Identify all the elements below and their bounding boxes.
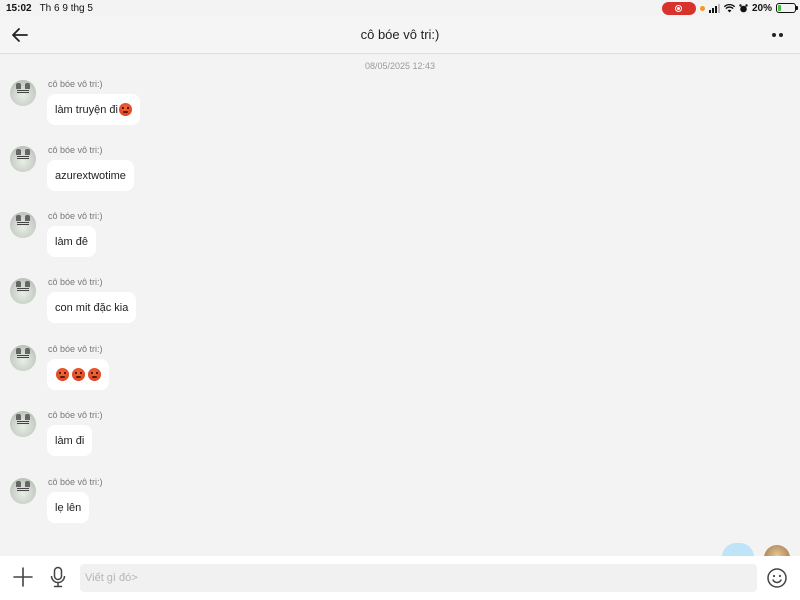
chat-timestamp: 08/05/2025 12:43 (364, 61, 436, 71)
message-item: cô bóe vô tri:) làm đi (10, 410, 410, 471)
message-bubble[interactable]: con mit đặc kia (47, 292, 137, 323)
message-bubble[interactable]: azurextwotime (47, 160, 134, 191)
angry-face-emoji-icon (72, 368, 85, 381)
status-indicators: 20% (661, 1, 798, 15)
message-item: cô bóe vô tri:) lẹ lên (10, 477, 410, 538)
message-item: cô bóe vô tri:) (10, 344, 410, 405)
message-bubble[interactable]: làm đê (47, 226, 97, 257)
sender-avatar[interactable] (10, 411, 36, 437)
message-text: làm đê (55, 235, 89, 248)
message-text: làm truyện đi (55, 103, 118, 116)
smiley-icon[interactable] (766, 567, 788, 589)
status-date: Th 6 9 thg 5 (39, 2, 93, 14)
message-text: làm đi (55, 434, 85, 447)
more-dots-icon[interactable] (772, 28, 788, 42)
sender-name: cô bóe vô tri:) (48, 344, 103, 354)
message-text: con mit đặc kia (55, 301, 129, 314)
alarm-icon (739, 3, 748, 12)
message-item: cô bóe vô tri:) làm truyện đi (10, 79, 410, 140)
chat-screen: 15:02 Th 6 9 thg 5 20% cô bóe vô tri:) 0… (0, 0, 800, 600)
battery-icon (776, 3, 798, 13)
sender-name: cô bóe vô tri:) (48, 211, 103, 221)
angry-face-emoji-icon (118, 103, 132, 116)
mic-in-use-icon (699, 5, 705, 11)
sender-avatar[interactable] (10, 146, 36, 172)
sender-avatar[interactable] (10, 278, 36, 304)
sender-name: cô bóe vô tri:) (48, 277, 103, 287)
sender-avatar[interactable] (10, 478, 36, 504)
message-input-bar (0, 556, 800, 600)
sender-name: cô bóe vô tri:) (48, 477, 103, 487)
message-bubble[interactable] (47, 359, 109, 390)
message-bubble[interactable]: làm đi (47, 425, 93, 456)
plus-icon[interactable] (12, 566, 34, 588)
message-input[interactable] (80, 564, 757, 592)
status-bar: 15:02 Th 6 9 thg 5 20% (0, 0, 800, 16)
screen-recording-icon[interactable] (661, 1, 696, 15)
wifi-icon (723, 3, 735, 12)
sender-avatar[interactable] (10, 80, 36, 106)
message-item: cô bóe vô tri:) con mit đặc kia (10, 277, 410, 338)
chat-header: cô bóe vô tri:) (0, 16, 800, 54)
battery-level (778, 5, 782, 11)
sender-avatar[interactable] (10, 345, 36, 371)
status-time: 15:02 (6, 2, 32, 14)
angry-face-emoji-icon (88, 368, 101, 381)
message-item: cô bóe vô tri:) làm đê (10, 211, 410, 272)
battery-percent: 20% (751, 2, 772, 14)
message-text: azurextwotime (55, 169, 126, 182)
sender-name: cô bóe vô tri:) (48, 410, 103, 420)
message-item: cô bóe vô tri:) azurextwotime (10, 145, 410, 206)
cellular-signal-icon (708, 3, 720, 13)
sender-avatar[interactable] (10, 212, 36, 238)
chat-title[interactable]: cô bóe vô tri:) (0, 27, 800, 42)
own-message-bubble[interactable] (722, 543, 754, 557)
microphone-icon[interactable] (49, 566, 67, 588)
message-bubble[interactable]: lẹ lên (47, 492, 90, 523)
sender-name: cô bóe vô tri:) (48, 145, 103, 155)
angry-face-emoji-icon (56, 368, 69, 381)
emoji-row (55, 368, 101, 381)
sender-name: cô bóe vô tri:) (48, 79, 103, 89)
message-text: lẹ lên (55, 501, 82, 514)
message-bubble[interactable]: làm truyện đi (47, 94, 140, 125)
